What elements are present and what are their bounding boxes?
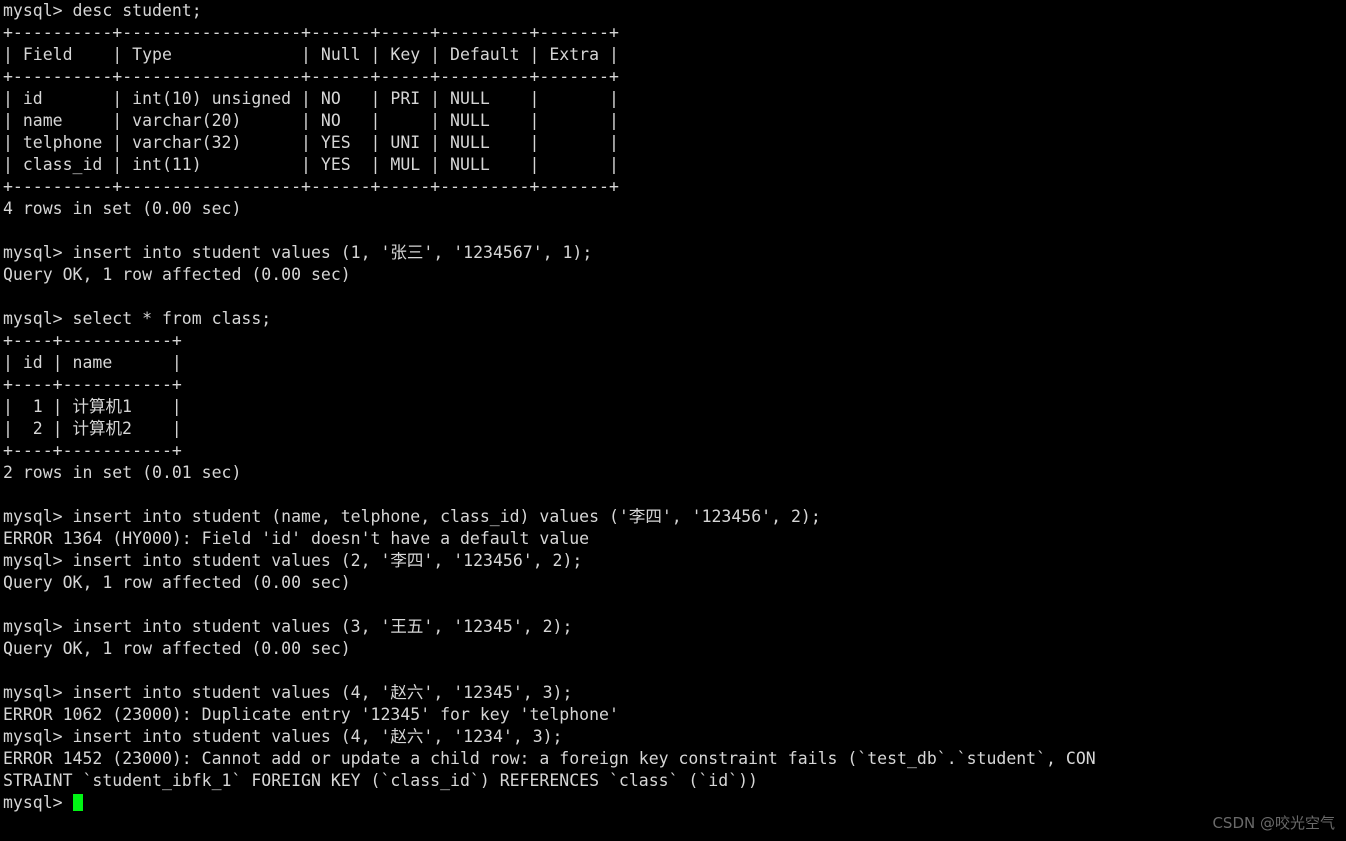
terminal-line: mysql> insert into student values (3, '王… [3,617,573,636]
terminal-window[interactable]: mysql> desc student; +----------+--------… [0,0,1346,841]
terminal-line: ERROR 1452 (23000): Cannot add or update… [3,749,1096,768]
terminal-line: +----------+------------------+------+--… [3,67,619,86]
terminal-line: | 2 | 计算机2 | [3,419,182,438]
prompt-label: mysql> [3,793,73,812]
terminal-line: | telphone | varchar(32) | YES | UNI | N… [3,133,619,152]
terminal-line: +----+-----------+ [3,441,182,460]
terminal-line: mysql> desc student; [3,1,202,20]
terminal-line: Query OK, 1 row affected (0.00 sec) [3,573,351,592]
terminal-line: mysql> insert into student values (4, '赵… [3,683,573,702]
terminal-line: Query OK, 1 row affected (0.00 sec) [3,265,351,284]
terminal-line: mysql> select * from class; [3,309,272,328]
terminal-line: | id | name | [3,353,182,372]
terminal-output-area[interactable]: mysql> desc student; +----------+--------… [3,0,1343,814]
text-cursor [72,794,83,811]
terminal-line: +----------+------------------+------+--… [3,23,619,42]
terminal-line: 2 rows in set (0.01 sec) [3,463,242,482]
terminal-prompt-line[interactable]: mysql> [3,792,1343,814]
terminal-line: +----+-----------+ [3,375,182,394]
terminal-line: | name | varchar(20) | NO | | NULL | | [3,111,619,130]
terminal-line: mysql> insert into student values (4, '赵… [3,727,563,746]
terminal-line: +----+-----------+ [3,331,182,350]
terminal-line: Query OK, 1 row affected (0.00 sec) [3,639,351,658]
terminal-line: | class_id | int(11) | YES | MUL | NULL … [3,155,619,174]
terminal-line: mysql> insert into student (name, telpho… [3,507,821,526]
terminal-line: mysql> insert into student values (1, '张… [3,243,593,262]
terminal-line: STRAINT `student_ibfk_1` FOREIGN KEY (`c… [3,771,758,790]
terminal-line: +----------+------------------+------+--… [3,177,619,196]
terminal-line: ERROR 1062 (23000): Duplicate entry '123… [3,705,619,724]
terminal-line: | id | int(10) unsigned | NO | PRI | NUL… [3,89,619,108]
csdn-watermark: CSDN @咬光空气 [1212,814,1335,832]
terminal-line: | Field | Type | Null | Key | Default | … [3,45,619,64]
terminal-line: ERROR 1364 (HY000): Field 'id' doesn't h… [3,529,590,548]
terminal-line: 4 rows in set (0.00 sec) [3,199,242,218]
terminal-line: | 1 | 计算机1 | [3,397,182,416]
terminal-line: mysql> insert into student values (2, '李… [3,551,583,570]
